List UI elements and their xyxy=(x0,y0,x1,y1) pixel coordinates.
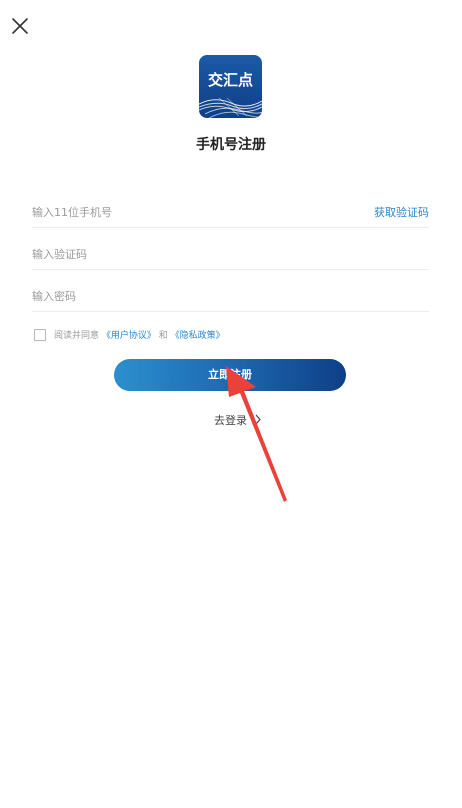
register-button[interactable]: 立即注册 xyxy=(114,359,346,391)
agree-prefix: 阅读并同意 xyxy=(54,331,100,341)
go-login-label: 去登录 xyxy=(214,414,247,427)
and-text: 和 xyxy=(158,331,168,341)
privacy-policy-link[interactable]: 《隐私政策》 xyxy=(171,331,225,341)
app-logo: 交汇点 xyxy=(199,55,262,118)
agree-checkbox[interactable] xyxy=(34,329,46,341)
verification-code-input[interactable] xyxy=(32,243,332,265)
chevron-right-icon xyxy=(255,414,261,425)
agreement-text: 阅读并同意 《用户协议》 和 《隐私政策》 xyxy=(54,328,225,341)
get-code-button[interactable]: 获取验证码 xyxy=(374,204,429,220)
phone-input[interactable] xyxy=(32,201,332,223)
annotation-arrow-icon xyxy=(226,366,287,502)
password-field xyxy=(32,283,429,312)
close-icon xyxy=(12,18,28,34)
logo-text: 交汇点 xyxy=(207,71,253,89)
code-field xyxy=(32,241,429,270)
phone-field: 获取验证码 xyxy=(32,199,429,228)
page-title: 手机号注册 xyxy=(196,137,266,153)
logo-waves-icon xyxy=(199,97,262,118)
user-agreement-link[interactable]: 《用户协议》 xyxy=(102,331,156,341)
close-button[interactable] xyxy=(8,14,32,38)
go-login-link[interactable]: 去登录 xyxy=(214,412,262,428)
register-page: 交汇点 手机号注册 获取验证码 阅读并同意 《用户协议》 和 《隐私政策》 立即… xyxy=(0,0,462,808)
password-input[interactable] xyxy=(32,285,332,307)
